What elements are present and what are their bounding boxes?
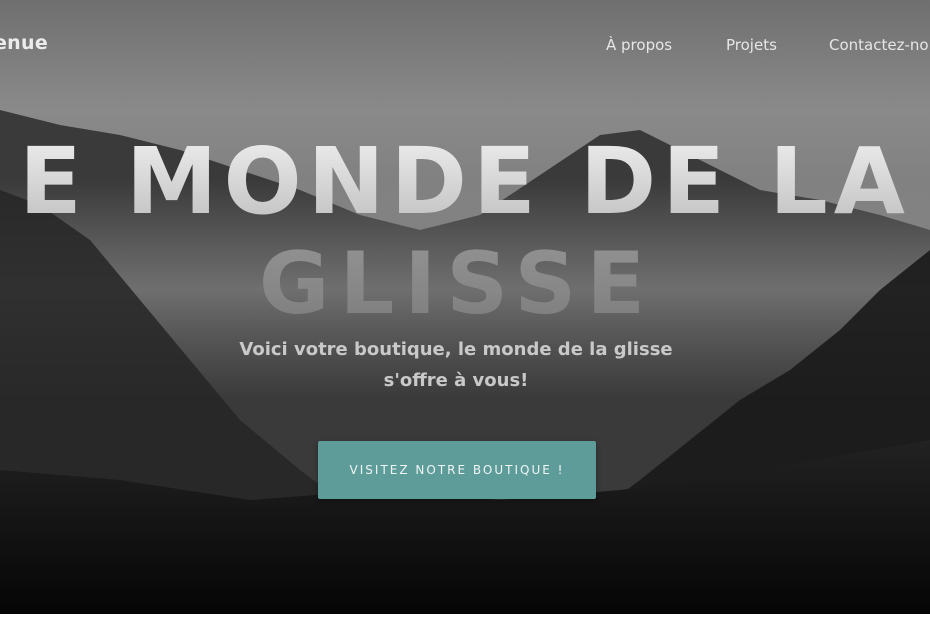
- top-navigation: enue À propos Projets Contactez-no: [0, 0, 930, 92]
- nav-link-contact[interactable]: Contactez-no: [829, 36, 929, 54]
- brand-logo[interactable]: enue: [0, 32, 48, 54]
- hero-title-line2: GLISSE: [259, 234, 655, 334]
- visit-shop-button[interactable]: VISITEZ NOTRE BOUTIQUE !: [318, 441, 596, 499]
- hero-tagline-line1: Voici votre boutique, le monde de la gli…: [239, 339, 673, 360]
- hero-title: E MONDE DE LA GLISSE: [0, 118, 930, 348]
- hero-tagline-line2: s'offre à vous!: [383, 370, 529, 391]
- nav-link-projets[interactable]: Projets: [726, 36, 777, 54]
- hero-title-graphic: E MONDE DE LA GLISSE: [19, 128, 911, 334]
- page-bottom-edge: [0, 614, 930, 620]
- hero-tagline: Voici votre boutique, le monde de la gli…: [200, 334, 712, 396]
- nav-link-a-propos[interactable]: À propos: [606, 36, 672, 54]
- hero-section: enue À propos Projets Contactez-no E MON…: [0, 0, 930, 614]
- hero-title-line1: E MONDE DE LA: [19, 128, 911, 235]
